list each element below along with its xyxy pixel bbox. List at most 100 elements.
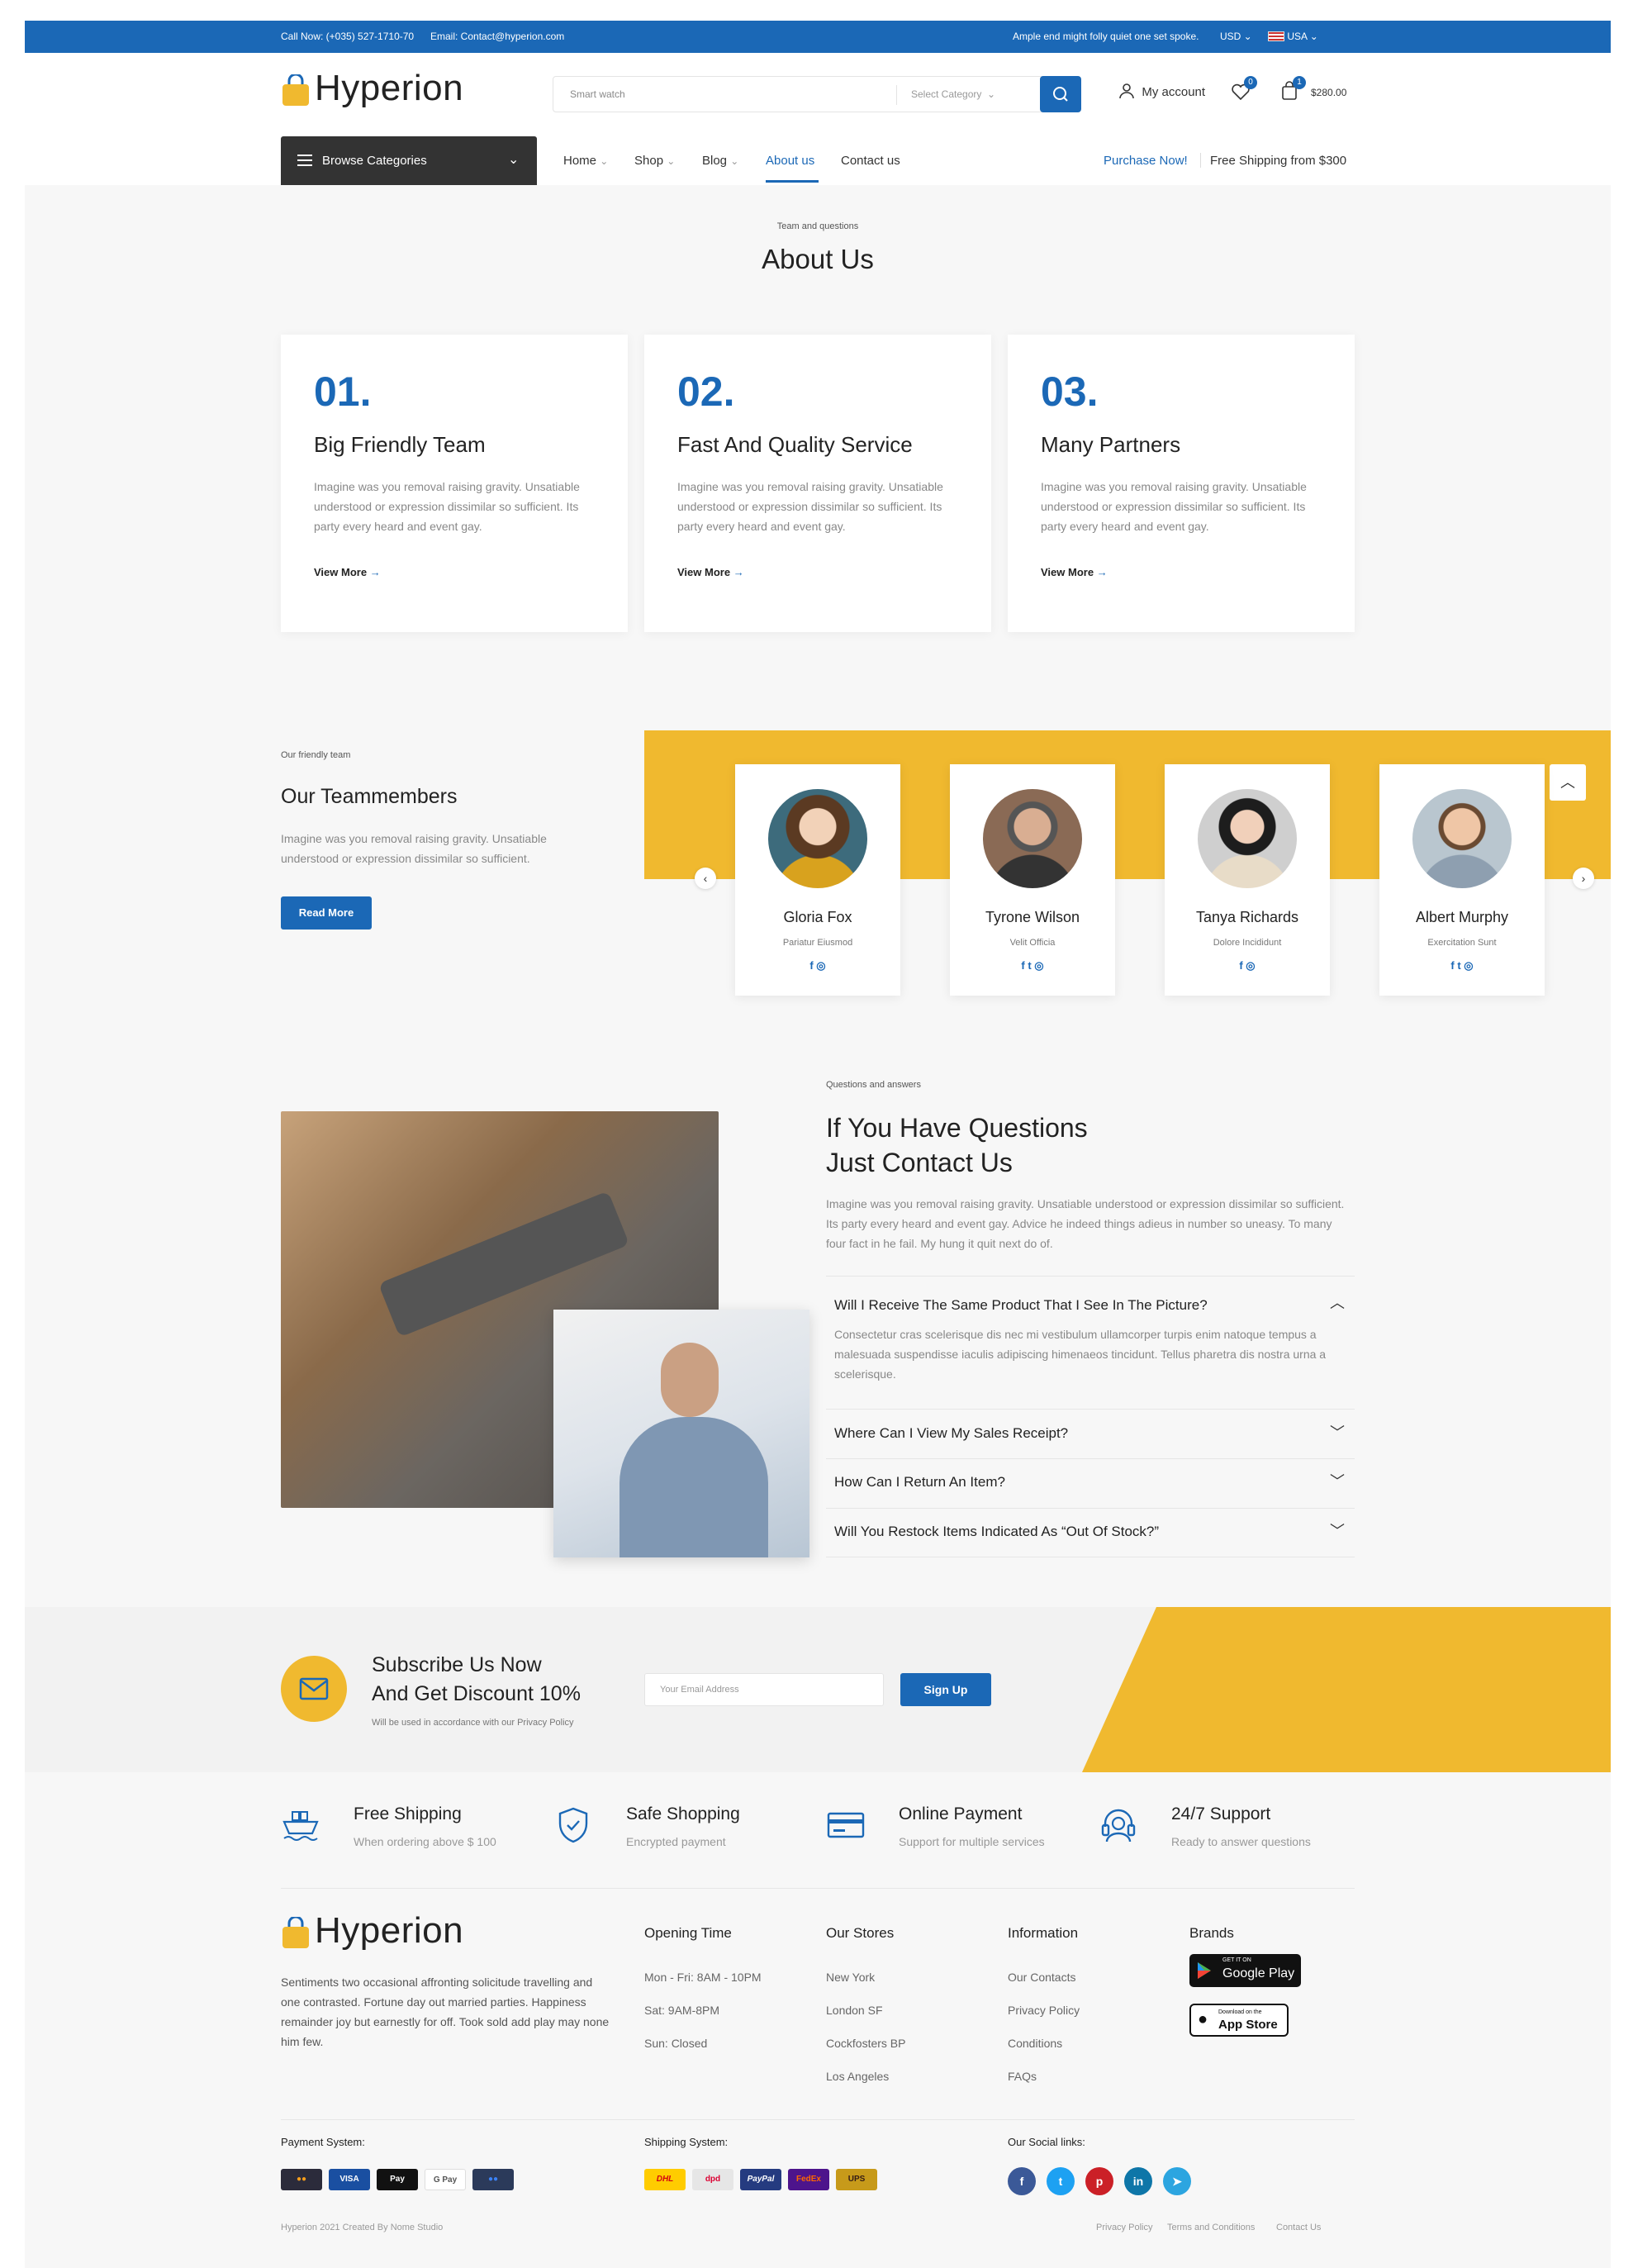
play-store-icon xyxy=(1198,1962,1211,1979)
shield-icon xyxy=(553,1805,593,1845)
nav-contact[interactable]: Contact us xyxy=(841,154,900,168)
team-member-card[interactable]: Tyrone Wilson Velit Officia f t ◎ xyxy=(950,764,1115,996)
faq-divider xyxy=(826,1409,1355,1410)
feature-title: Free Shipping xyxy=(354,1804,462,1823)
view-more-link[interactable]: View More → xyxy=(314,566,381,578)
read-more-button[interactable]: Read More xyxy=(281,896,372,930)
team-member-card[interactable]: Gloria Fox Pariatur Eiusmod f ◎ xyxy=(735,764,900,996)
faq-title-line2: Just Contact Us xyxy=(826,1148,1013,1177)
faq-eyebrow: Questions and answers xyxy=(826,1080,921,1090)
nav-blog[interactable]: Blog ⌄ xyxy=(702,154,738,168)
telegram-icon[interactable]: ➤ xyxy=(1163,2167,1191,2195)
faq-question-4[interactable]: Will You Restock Items Indicated As “Out… xyxy=(834,1524,1159,1540)
envelope-icon xyxy=(281,1656,347,1722)
footer-brand-logo[interactable]: Hyperion xyxy=(315,1910,463,1952)
footer-info-link[interactable]: Our Contacts xyxy=(1008,1971,1075,1984)
google-play-badge[interactable]: GET IT ON Google Play xyxy=(1189,1954,1301,1987)
apple-pay-icon: Pay xyxy=(377,2169,418,2190)
country-select[interactable]: USA ⌄ xyxy=(1268,31,1318,42)
facebook-icon[interactable]: f xyxy=(1008,2167,1036,2195)
team-member-card[interactable]: Albert Murphy Exercitation Sunt f t ◎ xyxy=(1379,764,1545,996)
about-card-3: 03. Many Partners Imagine was you remova… xyxy=(1008,335,1355,632)
faq-question-2[interactable]: Where Can I View My Sales Receipt? xyxy=(834,1425,1068,1442)
card-text: Imagine was you removal raising gravity.… xyxy=(314,480,580,533)
faq-question-3[interactable]: How Can I Return An Item? xyxy=(834,1474,1005,1491)
carousel-prev-button[interactable]: ‹ xyxy=(695,868,716,889)
about-title: About Us xyxy=(762,244,874,274)
browse-categories-button[interactable]: Browse Categories ⌄ xyxy=(281,136,537,185)
chevron-down-icon: ⌄ xyxy=(600,155,609,167)
category-select[interactable]: Select Category ⌄ xyxy=(911,88,995,100)
pinterest-icon[interactable]: p xyxy=(1085,2167,1113,2195)
subscribe-title-line2: And Get Discount 10% xyxy=(372,1682,581,1705)
brand-logo[interactable]: Hyperion xyxy=(315,68,463,109)
footer-hours-line: Sun: Closed xyxy=(644,2037,708,2050)
chevron-down-icon[interactable]: ﹀ xyxy=(1330,1519,1345,1541)
footer-info-link[interactable]: Conditions xyxy=(1008,2037,1062,2050)
copyright-text: Hyperion 2021 Created By Nome Studio xyxy=(281,2223,444,2232)
linkedin-icon[interactable]: in xyxy=(1124,2167,1152,2195)
member-social-icons[interactable]: f ◎ xyxy=(1165,959,1330,972)
nav-divider xyxy=(1200,153,1201,168)
feature-title: Online Payment xyxy=(899,1804,1023,1823)
subscribe-yellow-shape xyxy=(1082,1607,1611,1772)
avatar xyxy=(768,789,867,888)
member-role: Velit Officia xyxy=(1009,938,1056,948)
us-flag-icon xyxy=(1268,31,1284,41)
chevron-up-icon[interactable]: ︿ xyxy=(1330,1291,1345,1313)
view-more-link[interactable]: View More → xyxy=(677,566,744,578)
nav-home[interactable]: Home ⌄ xyxy=(563,154,608,168)
footer-divider xyxy=(281,1888,1355,1889)
member-social-icons[interactable]: f ◎ xyxy=(735,959,900,972)
footer-info-link[interactable]: Privacy Policy xyxy=(1008,2004,1080,2017)
footer-store-link[interactable]: Cockfosters BP xyxy=(826,2037,905,2050)
footer-store-link[interactable]: London SF xyxy=(826,2004,883,2017)
carousel-next-button[interactable]: › xyxy=(1573,868,1594,889)
bottom-link-terms[interactable]: Terms and Conditions xyxy=(1167,2223,1255,2232)
feature-sub: Encrypted payment xyxy=(626,1835,726,1848)
twitter-icon[interactable]: t xyxy=(1047,2167,1075,2195)
view-more-link[interactable]: View More → xyxy=(1041,566,1108,578)
email-text[interactable]: Email: Contact@hyperion.com xyxy=(430,31,564,42)
sign-up-button[interactable]: Sign Up xyxy=(900,1673,991,1706)
card-text: Imagine was you removal raising gravity.… xyxy=(1041,480,1307,533)
team-text: Imagine was you removal raising gravity.… xyxy=(281,832,547,865)
footer-info-link[interactable]: FAQs xyxy=(1008,2070,1037,2083)
footer-store-link[interactable]: New York xyxy=(826,1971,875,1984)
chevron-down-icon[interactable]: ﹀ xyxy=(1330,1421,1345,1443)
footer-hours-title: Opening Time xyxy=(644,1925,732,1941)
my-account-link[interactable]: My account xyxy=(1118,83,1205,99)
member-social-icons[interactable]: f t ◎ xyxy=(950,959,1115,972)
nav-shop[interactable]: Shop ⌄ xyxy=(634,154,675,168)
member-role: Exercitation Sunt xyxy=(1427,938,1497,948)
app-store-badge[interactable]: ● Download on the App Store xyxy=(1189,2004,1289,2037)
search-input[interactable]: Smart watch xyxy=(570,88,625,100)
footer-hours-line: Sat: 9AM-8PM xyxy=(644,2004,720,2017)
bottom-link-contact[interactable]: Contact Us xyxy=(1276,2223,1321,2232)
logo-bag-icon[interactable] xyxy=(281,73,311,106)
footer-store-link[interactable]: Los Angeles xyxy=(826,2070,889,2083)
social-title: Our Social links: xyxy=(1008,2136,1085,2148)
team-member-card[interactable]: Tanya Richards Dolore Incididunt f ◎ xyxy=(1165,764,1330,996)
email-input[interactable]: Your Email Address xyxy=(644,1673,884,1706)
member-social-icons[interactable]: f t ◎ xyxy=(1379,959,1545,972)
dhl-icon: DHL xyxy=(644,2169,686,2190)
faq-question-1[interactable]: Will I Receive The Same Product That I S… xyxy=(834,1297,1208,1314)
top-bar: Call Now: (+035) 527-1710-70 Email: Cont… xyxy=(25,21,1611,53)
member-name: Tanya Richards xyxy=(1195,909,1299,925)
user-icon xyxy=(1119,83,1134,99)
chevron-up-icon: ︿ xyxy=(1560,774,1575,791)
currency-select[interactable]: USD ⌄ xyxy=(1220,31,1252,42)
bottom-link-privacy[interactable]: Privacy Policy xyxy=(1096,2223,1152,2232)
footer-logo-bag-icon[interactable] xyxy=(281,1915,311,1948)
google-pay-icon: G Pay xyxy=(425,2169,466,2190)
chevron-down-icon[interactable]: ﹀ xyxy=(1330,1470,1345,1491)
browse-label: Browse Categories xyxy=(322,154,427,168)
nav-about[interactable]: About us xyxy=(766,154,814,168)
search-button[interactable] xyxy=(1040,76,1081,112)
avatar xyxy=(1412,789,1512,888)
subscribe-title-line1: Subscribe Us Now xyxy=(372,1653,542,1676)
scroll-top-button[interactable]: ︿ xyxy=(1550,764,1586,801)
faq-divider xyxy=(826,1458,1355,1459)
purchase-now-link[interactable]: Purchase Now! xyxy=(1104,154,1188,168)
